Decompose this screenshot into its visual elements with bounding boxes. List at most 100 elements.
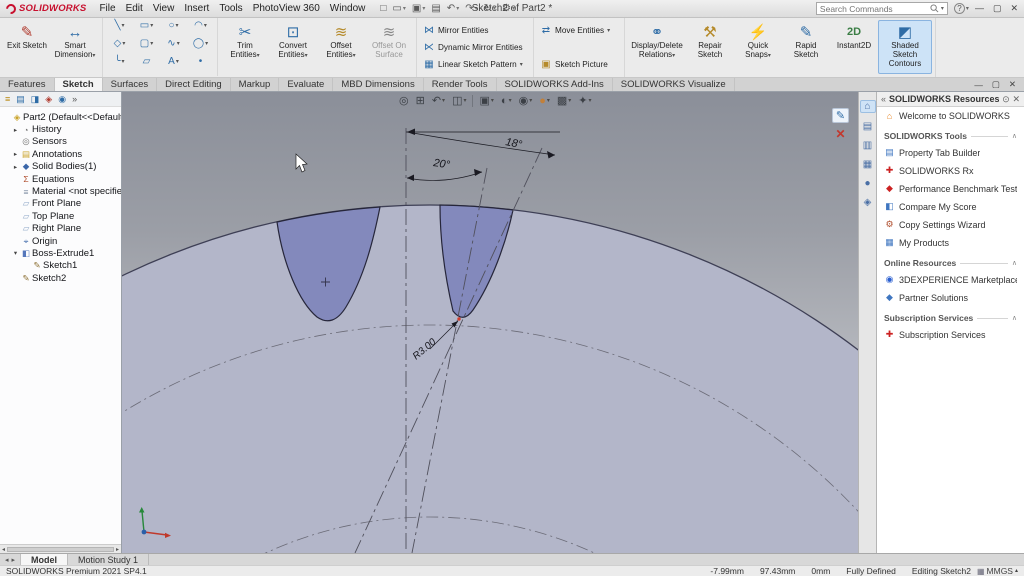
print-icon[interactable]: ▤ — [431, 3, 440, 14]
custom-properties-tab-icon[interactable]: ◈ — [860, 197, 876, 208]
menu-tools[interactable]: Tools — [214, 3, 247, 14]
exit-sketch-button[interactable]: ✎ Exit Sketch — [3, 20, 51, 74]
menu-view[interactable]: View — [148, 3, 180, 14]
previous-view-icon[interactable]: ↶▾ — [431, 94, 446, 107]
partner-solutions-link[interactable]: ◆Partner Solutions — [877, 288, 1024, 306]
slot-tool[interactable]: ▢▾ — [133, 38, 160, 49]
scroll-right-icon[interactable]: ▸ — [116, 546, 119, 553]
tree-horizontal-scrollbar[interactable]: ◂ ▸ — [0, 544, 121, 553]
text-tool[interactable]: A▾ — [160, 56, 187, 67]
mirror-entities-button[interactable]: ⋈ Mirror Entities — [420, 22, 530, 39]
tab-scroll-left-icon[interactable]: ◂ — [5, 556, 9, 564]
property-manager-tab-icon[interactable]: ▤ — [16, 94, 25, 105]
configuration-manager-tab-icon[interactable]: ◨ — [31, 94, 40, 105]
display-style-icon[interactable]: ◐▾ — [500, 95, 513, 107]
subscription-services-link[interactable]: ✚Subscription Services — [877, 325, 1024, 343]
search-commands-box[interactable]: ▾ — [816, 2, 948, 15]
tree-item-top-plane[interactable]: ▱Top Plane — [0, 210, 121, 222]
welcome-link[interactable]: ⌂ Welcome to SOLIDWORKS — [877, 107, 1024, 124]
redo-icon[interactable]: ↷▾ — [465, 3, 477, 14]
scrollbar-thumb[interactable] — [7, 547, 114, 552]
doc-close-button[interactable]: ✕ — [1009, 79, 1016, 90]
tree-item-solid-bodies[interactable]: ▸◆Solid Bodies(1) — [0, 161, 121, 173]
motion-study-tab[interactable]: Motion Study 1 — [68, 554, 149, 565]
scroll-left-icon[interactable]: ◂ — [2, 546, 5, 553]
fillet-center-point[interactable] — [457, 317, 460, 320]
view-orientation-icon[interactable]: ▣▾ — [478, 94, 494, 107]
tab-evaluate[interactable]: Evaluate — [279, 78, 333, 91]
save-icon[interactable]: ▣▾ — [412, 3, 425, 14]
repair-sketch-button[interactable]: ⚒ Repair Sketch — [686, 20, 734, 74]
tab-mbd-dimensions[interactable]: MBD Dimensions — [333, 78, 423, 91]
quick-snaps-button[interactable]: ⚡ Quick Snaps▾ — [734, 20, 782, 74]
menu-file[interactable]: File — [94, 3, 120, 14]
my-products-link[interactable]: ▦My Products — [877, 233, 1024, 251]
dimension-18deg[interactable]: 18° — [504, 136, 523, 151]
maximize-button[interactable]: ▢ — [993, 3, 1002, 14]
file-explorer-tab-icon[interactable]: ▥ — [860, 140, 876, 151]
circle-tool[interactable]: ○▾ — [160, 20, 187, 31]
section-view-icon[interactable]: ◫▾ — [451, 94, 467, 107]
plane-tool[interactable]: ▱ — [133, 56, 160, 67]
spline-tool[interactable]: ∿▾ — [160, 38, 187, 49]
collapse-section-icon[interactable]: ∧ — [1012, 314, 1017, 322]
dim20-arc[interactable] — [407, 172, 482, 180]
tree-item-sketch1[interactable]: ✎Sketch1 — [0, 260, 121, 272]
model-tab[interactable]: Model — [21, 554, 68, 565]
sketch-canvas[interactable]: 18° 20° R3.00 — [122, 92, 858, 553]
solidworks-rx-link[interactable]: ✚SOLIDWORKS Rx — [877, 161, 1024, 179]
search-scope-dropdown-icon[interactable]: ▾ — [941, 5, 944, 12]
minimize-button[interactable]: — — [975, 3, 984, 14]
view-palette-tab-icon[interactable]: ▦ — [860, 159, 876, 170]
marketplace-link[interactable]: ◉3DEXPERIENCE Marketplace — [877, 270, 1024, 288]
collapse-section-icon[interactable]: ∧ — [1012, 132, 1017, 140]
edit-appearance-icon[interactable]: ●▾ — [538, 95, 551, 107]
menu-photoview[interactable]: PhotoView 360 — [248, 3, 325, 14]
tab-solidworks-visualize[interactable]: SOLIDWORKS Visualize — [613, 78, 735, 91]
instant2d-button[interactable]: 2D Instant2D — [830, 20, 878, 74]
feature-manager-tab-icon[interactable]: ≡ — [5, 94, 10, 104]
close-button[interactable]: ✕ — [1010, 3, 1018, 14]
line-tool[interactable]: ╲▾ — [106, 20, 133, 31]
convert-entities-button[interactable]: ⊡ Convert Entities▾ — [269, 20, 317, 74]
trim-entities-button[interactable]: ✂ Trim Entities▾ — [221, 20, 269, 74]
rapid-sketch-button[interactable]: ✎ Rapid Sketch — [782, 20, 830, 74]
tree-item-equations[interactable]: ΣEquations — [0, 173, 121, 185]
tab-markup[interactable]: Markup — [231, 78, 280, 91]
display-manager-tab-icon[interactable]: ◉ — [58, 94, 66, 105]
close-pane-icon[interactable]: ✕ — [1012, 94, 1020, 105]
pin-icon[interactable]: ⊙ — [999, 92, 1012, 105]
collapse-pane-icon[interactable]: « — [881, 94, 886, 104]
linear-sketch-pattern-button[interactable]: ▦ Linear Sketch Pattern ▾ — [420, 56, 530, 73]
tab-direct-editing[interactable]: Direct Editing — [157, 78, 231, 91]
doc-restore-button[interactable]: ▢ — [992, 79, 1000, 90]
hide-show-items-icon[interactable]: ◉▾ — [518, 94, 534, 107]
tree-item-part2[interactable]: ◈Part2 (Default<<Default>_Display Sta — [0, 111, 121, 123]
arc-tool[interactable]: ◠▾ — [187, 20, 214, 31]
point-tool[interactable]: • — [187, 56, 214, 67]
search-input[interactable] — [820, 4, 928, 14]
help-button[interactable]: ?▾ — [954, 3, 969, 14]
rectangle-tool[interactable]: ▭▾ — [133, 20, 160, 31]
unit-system-selector[interactable]: ▦ MMGS ▴ — [977, 566, 1018, 576]
offset-entities-button[interactable]: ≋ Offset Entities▾ — [317, 20, 365, 74]
options-icon[interactable]: ⚙▾ — [502, 3, 515, 14]
tab-render-tools[interactable]: Render Tools — [424, 78, 497, 91]
resources-tab-icon[interactable]: ⌂ — [860, 100, 876, 113]
performance-benchmark-link[interactable]: ◆Performance Benchmark Test — [877, 179, 1024, 197]
polygon-tool[interactable]: ◇▾ — [106, 38, 133, 49]
tab-solidworks-add-ins[interactable]: SOLIDWORKS Add-Ins — [497, 78, 613, 91]
tree-item-origin[interactable]: ⌖Origin — [0, 235, 121, 247]
view-settings-icon[interactable]: ✦▾ — [577, 94, 592, 107]
apply-scene-icon[interactable]: ▩▾ — [556, 94, 572, 107]
exit-sketch-confirm-icon[interactable]: ✎ — [832, 108, 849, 123]
undo-icon[interactable]: ↶▾ — [447, 3, 459, 14]
tab-surfaces[interactable]: Surfaces — [103, 78, 158, 91]
zoom-fit-icon[interactable]: ◎ — [398, 94, 410, 107]
tree-item-front-plane[interactable]: ▱Front Plane — [0, 198, 121, 210]
tree-item-annotations[interactable]: ▸▤Annotations — [0, 148, 121, 160]
cancel-sketch-icon[interactable]: ✕ — [832, 126, 849, 141]
copy-settings-wizard-link[interactable]: ⚙Copy Settings Wizard — [877, 215, 1024, 233]
tree-item-material[interactable]: ≡Material <not specified> — [0, 185, 121, 197]
tree-item-sketch2[interactable]: ✎Sketch2 — [0, 272, 121, 284]
